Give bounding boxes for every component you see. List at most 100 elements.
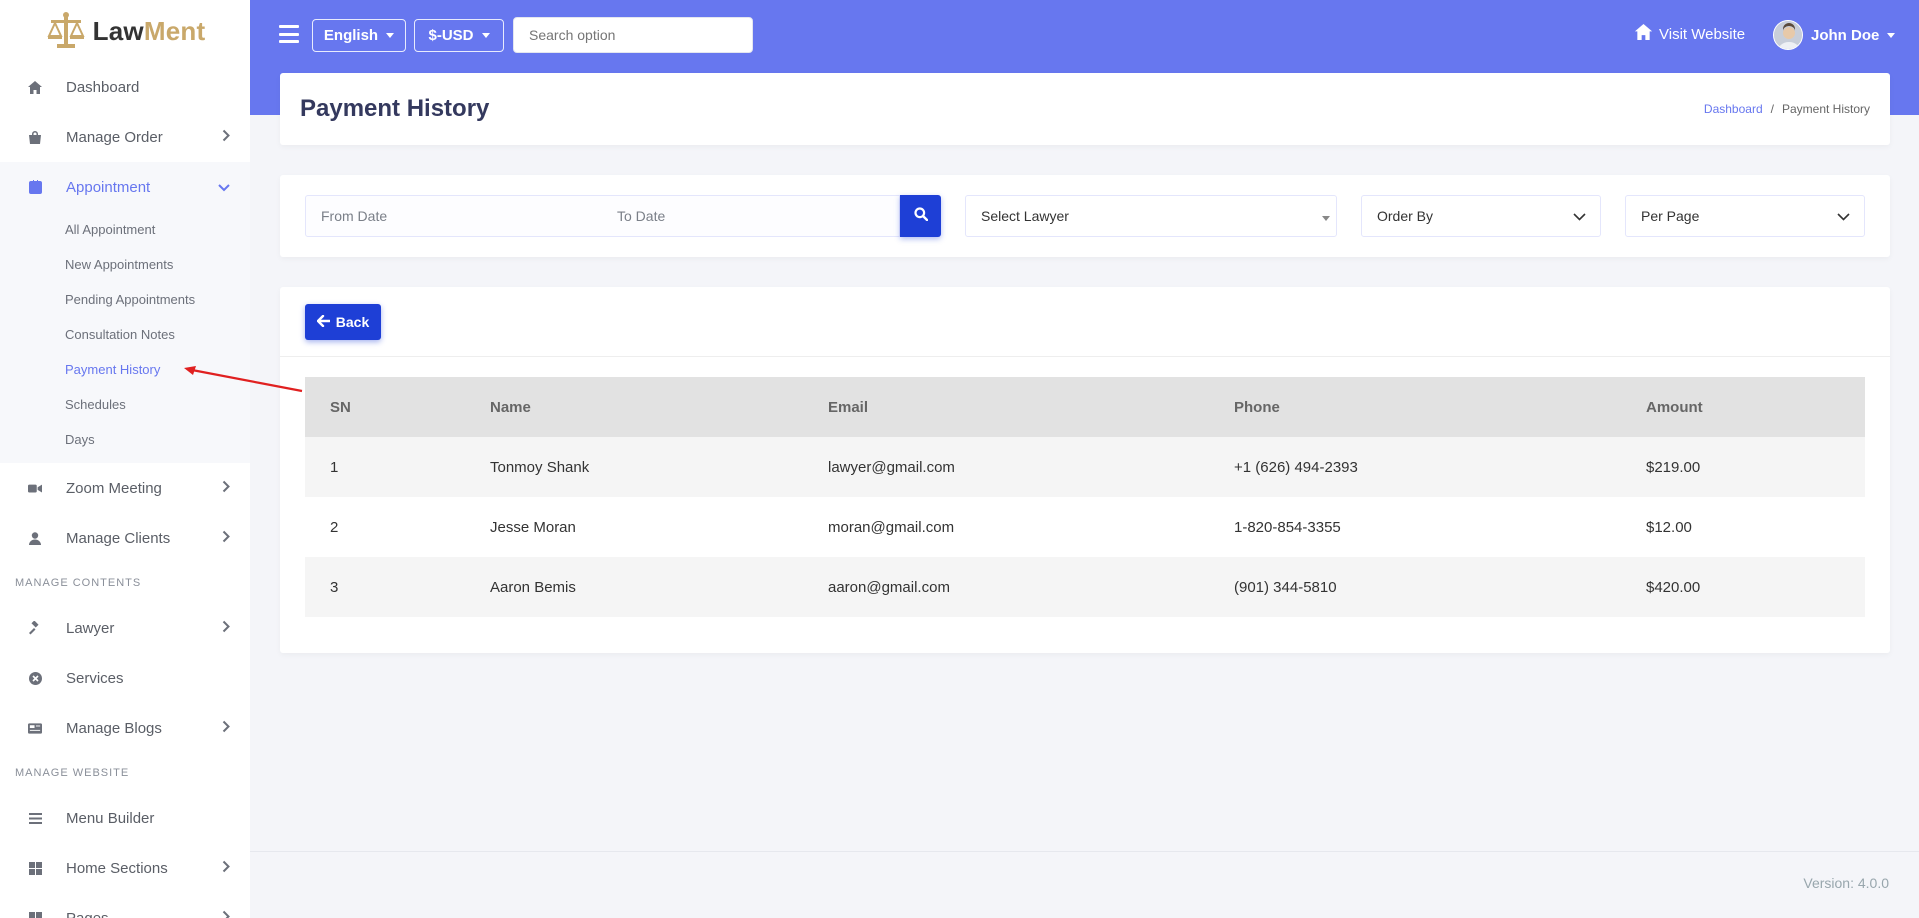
sidebar-subitem-days[interactable]: Days [0, 422, 250, 457]
user-menu[interactable]: John Doe [1773, 20, 1896, 50]
column-header-email: Email [803, 377, 1209, 437]
sidebar-item-label: Zoom Meeting [66, 479, 162, 497]
circle-x-icon [28, 671, 42, 685]
payment-history-card: Back SN Name Email Phone Amount 1 Tonmoy… [280, 287, 1890, 653]
search-input[interactable] [513, 17, 753, 53]
card-divider [280, 356, 1890, 357]
breadcrumb: Dashboard / Payment History [1704, 102, 1870, 116]
page-title: Payment History [300, 95, 490, 122]
visit-website-link[interactable]: Visit Website [1634, 24, 1745, 44]
shopping-bag-icon [28, 130, 42, 144]
per-page-dropdown[interactable]: Per Page [1625, 195, 1865, 237]
cell-sn: 1 [305, 437, 465, 497]
cell-name: Aaron Bemis [465, 557, 803, 617]
search-icon [913, 206, 928, 226]
table-header-row: SN Name Email Phone Amount [305, 377, 1865, 437]
sidebar: LawMent Dashboard Manage Order Appointme… [0, 0, 250, 918]
to-date-input[interactable]: To Date [602, 195, 900, 237]
cell-name: Jesse Moran [465, 497, 803, 557]
sidebar-item-label: Appointment [66, 178, 151, 196]
hamburger-menu-icon[interactable] [279, 25, 299, 43]
caret-down-icon [1322, 208, 1330, 224]
cell-phone: +1 (626) 494-2393 [1209, 437, 1621, 497]
sidebar-item-lawyer[interactable]: Lawyer [0, 603, 250, 653]
sidebar-subitem-consultation-notes[interactable]: Consultation Notes [0, 317, 250, 352]
sidebar-subitem-pending-appointments[interactable]: Pending Appointments [0, 282, 250, 317]
column-header-phone: Phone [1209, 377, 1621, 437]
chevron-down-icon [218, 179, 230, 196]
caret-down-icon [1887, 32, 1896, 38]
cell-amount: $219.00 [1621, 437, 1865, 497]
footer: Version: 4.0.0 [250, 851, 1919, 918]
user-icon [28, 531, 42, 545]
grid-icon [28, 911, 42, 918]
brand[interactable]: LawMent [0, 0, 250, 62]
cell-email: moran@gmail.com [803, 497, 1209, 557]
column-header-sn: SN [305, 377, 465, 437]
cell-amount: $420.00 [1621, 557, 1865, 617]
page-header-card: Payment History Dashboard / Payment Histor… [280, 73, 1890, 145]
cell-phone: (901) 344-5810 [1209, 557, 1621, 617]
cell-name: Tonmoy Shank [465, 437, 803, 497]
select-lawyer-dropdown[interactable]: Select Lawyer [965, 195, 1337, 237]
chevron-down-icon [1573, 208, 1586, 224]
search-button[interactable] [900, 195, 941, 237]
sidebar-item-manage-clients[interactable]: Manage Clients [0, 513, 250, 563]
sidebar-item-menu-builder[interactable]: Menu Builder [0, 793, 250, 843]
order-by-dropdown[interactable]: Order By [1361, 195, 1601, 237]
newspaper-icon [28, 721, 42, 735]
from-date-input[interactable]: From Date [305, 195, 603, 237]
gavel-icon [28, 621, 42, 635]
language-label: English [323, 27, 379, 44]
sidebar-item-pages[interactable]: Pages [0, 893, 250, 918]
chevron-right-icon [222, 720, 230, 737]
sidebar-item-manage-order[interactable]: Manage Order [0, 112, 250, 162]
sidebar-item-label: Manage Blogs [66, 719, 162, 737]
back-button[interactable]: Back [305, 304, 381, 340]
user-name: John Doe [1811, 26, 1880, 44]
chevron-right-icon [222, 480, 230, 497]
menu-header-manage-website: MANAGE WEBSITE [15, 767, 130, 779]
sidebar-subitem-all-appointment[interactable]: All Appointment [0, 212, 250, 247]
calendar-icon [28, 180, 42, 194]
column-header-name: Name [465, 377, 803, 437]
chevron-right-icon [222, 620, 230, 637]
language-dropdown[interactable]: English [312, 19, 406, 52]
cell-sn: 3 [305, 557, 465, 617]
chevron-right-icon [222, 860, 230, 877]
bars-icon [28, 811, 42, 825]
sidebar-item-label: Manage Clients [66, 529, 171, 547]
sidebar-item-zoom-meeting[interactable]: Zoom Meeting [0, 463, 250, 513]
chevron-right-icon [222, 530, 230, 547]
chevron-right-icon [222, 129, 230, 146]
menu-header-manage-contents: MANAGE CONTENTS [15, 577, 142, 589]
order-by-label: Order By [1377, 208, 1434, 224]
sidebar-item-label: Dashboard [66, 78, 140, 96]
per-page-label: Per Page [1641, 208, 1700, 224]
sidebar-item-label: Menu Builder [66, 809, 155, 827]
sidebar-subitem-new-appointments[interactable]: New Appointments [0, 247, 250, 282]
visit-website-label: Visit Website [1659, 25, 1746, 43]
sidebar-item-label: Services [66, 669, 124, 687]
column-header-amount: Amount [1621, 377, 1865, 437]
caret-down-icon [386, 33, 395, 38]
currency-label: $-USD [428, 27, 474, 44]
chevron-right-icon [222, 910, 230, 918]
currency-dropdown[interactable]: $-USD [414, 19, 504, 52]
filter-card: From Date To Date Select Lawyer Order By… [280, 175, 1890, 257]
sidebar-item-home-sections[interactable]: Home Sections [0, 843, 250, 893]
arrow-left-icon [316, 314, 331, 330]
annotation-arrow-icon [184, 366, 303, 393]
cell-email: lawyer@gmail.com [803, 437, 1209, 497]
sidebar-item-appointment[interactable]: Appointment [0, 162, 250, 212]
sidebar-item-label: Home Sections [66, 859, 168, 877]
sidebar-item-manage-blogs[interactable]: Manage Blogs [0, 703, 250, 753]
sidebar-item-dashboard[interactable]: Dashboard [0, 62, 250, 112]
sidebar-item-services[interactable]: Services [0, 653, 250, 703]
table-row: 1 Tonmoy Shank lawyer@gmail.com +1 (626)… [305, 437, 1865, 497]
sidebar-item-label: Pages [66, 909, 109, 918]
video-camera-icon [28, 481, 42, 495]
breadcrumb-dashboard-link[interactable]: Dashboard [1704, 102, 1763, 116]
version-text: Version: 4.0.0 [1803, 875, 1889, 891]
back-label: Back [335, 314, 370, 330]
